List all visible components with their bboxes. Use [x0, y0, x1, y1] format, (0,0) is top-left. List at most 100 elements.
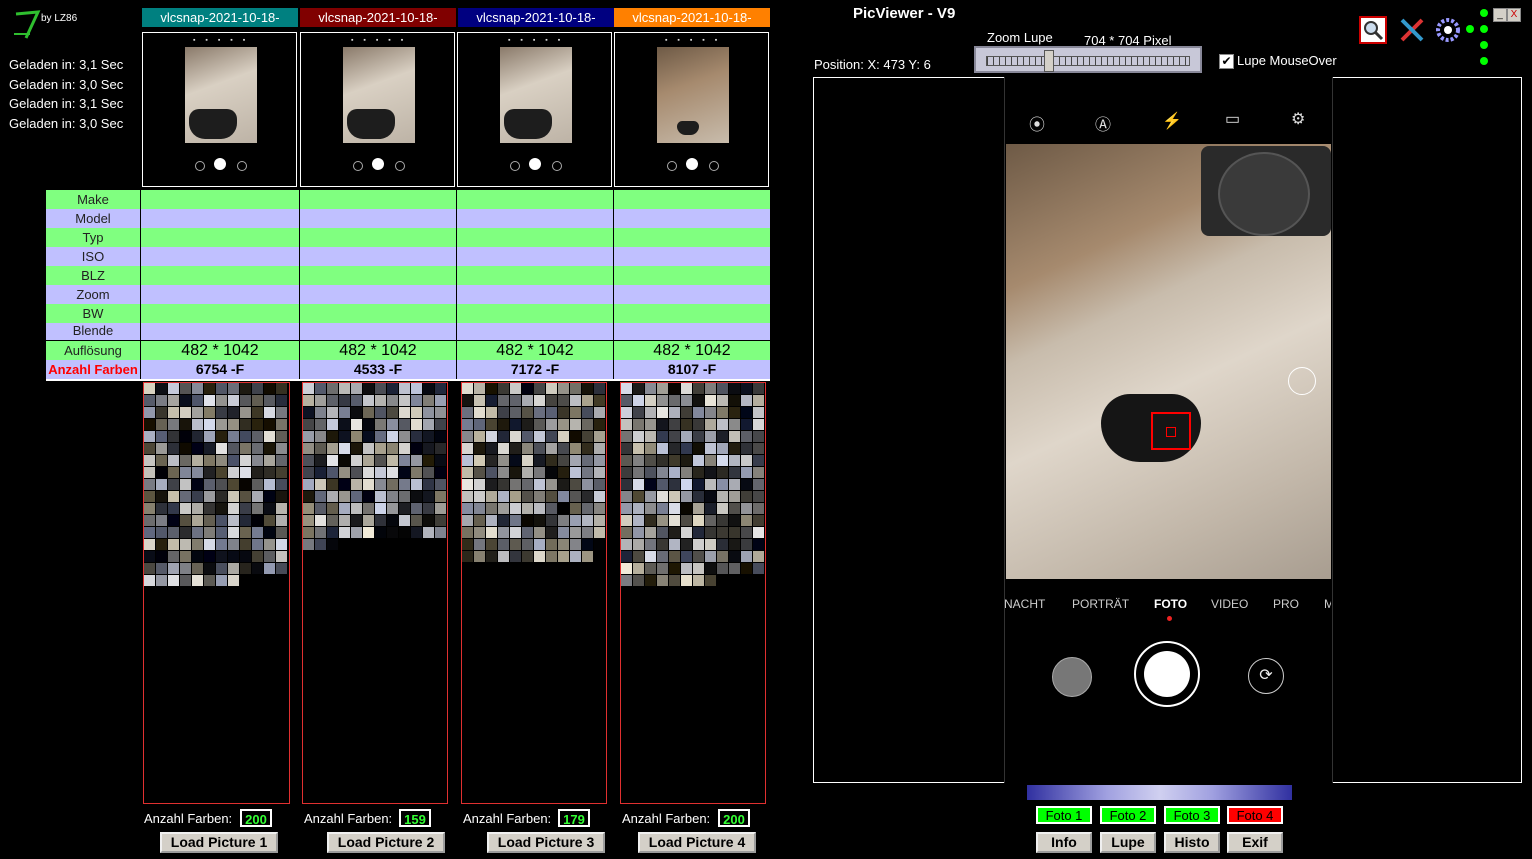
color-swatch: [435, 467, 446, 478]
color-swatch: [252, 431, 263, 442]
thumbnail-camera-icons: ▪ ▪ ▪ ▪ ▪: [665, 37, 722, 44]
color-swatch: [216, 443, 227, 454]
color-swatch: [729, 479, 740, 490]
thumbnail-1[interactable]: ▪ ▪ ▪ ▪ ▪: [142, 32, 297, 187]
color-swatch: [204, 431, 215, 442]
foto-1-button[interactable]: Foto 1: [1036, 806, 1092, 824]
color-count-box-3: 179: [558, 809, 590, 827]
color-swatch: [498, 479, 509, 490]
lupe-mouseover-checkbox[interactable]: ✔: [1219, 54, 1234, 69]
color-swatch: [252, 455, 263, 466]
close-button[interactable]: X: [1507, 8, 1521, 22]
foto-3-button[interactable]: Foto 3: [1164, 806, 1220, 824]
color-swatch: [669, 419, 680, 430]
color-swatch: [729, 527, 740, 538]
color-swatch: [264, 443, 275, 454]
settings-gear-icon[interactable]: [1434, 16, 1462, 44]
color-swatch: [510, 467, 521, 478]
color-swatch: [669, 515, 680, 526]
color-swatch: [570, 407, 581, 418]
slider-handle[interactable]: [1044, 50, 1054, 72]
tools-icon[interactable]: [1398, 16, 1426, 44]
gallery-thumbnail: [1052, 657, 1092, 697]
thumbnail-3[interactable]: ▪ ▪ ▪ ▪ ▪: [457, 32, 612, 187]
color-swatch: [729, 419, 740, 430]
hdr-icon: ⦿: [1029, 117, 1046, 134]
thumbnail-4[interactable]: ▪ ▪ ▪ ▪ ▪: [614, 32, 769, 187]
foto-2-button[interactable]: Foto 2: [1100, 806, 1156, 824]
color-swatch: [645, 431, 656, 442]
flash-off-icon: ⚡: [1162, 113, 1182, 130]
color-swatch: [582, 527, 593, 538]
info-button[interactable]: Info: [1036, 832, 1092, 853]
color-swatch: [729, 407, 740, 418]
color-swatch: [633, 443, 644, 454]
color-swatch: [534, 383, 545, 394]
color-swatch: [228, 491, 239, 502]
load-picture-1-button[interactable]: Load Picture 1: [160, 832, 278, 853]
color-swatch: [156, 383, 167, 394]
color-swatch: [558, 395, 569, 406]
shutter-icon: [372, 158, 384, 170]
color-swatch: [621, 551, 632, 562]
color-swatch: [621, 515, 632, 526]
picture-tab-2[interactable]: vlcsnap-2021-10-18-: [300, 8, 456, 27]
color-swatch: [252, 503, 263, 514]
color-swatch: [168, 551, 179, 562]
color-swatch: [168, 395, 179, 406]
color-swatch: [486, 467, 497, 478]
color-swatch: [240, 491, 251, 502]
color-swatch: [669, 575, 680, 586]
color-swatch: [753, 419, 764, 430]
color-swatch: [240, 539, 251, 550]
picture-tab-1[interactable]: vlcsnap-2021-10-18-: [142, 8, 298, 27]
color-swatch: [399, 395, 410, 406]
load-picture-2-button[interactable]: Load Picture 2: [327, 832, 445, 853]
color-swatch: [327, 395, 338, 406]
color-swatch: [621, 383, 632, 394]
color-swatch: [633, 467, 644, 478]
color-swatch: [216, 539, 227, 550]
picture-tab-4[interactable]: vlcsnap-2021-10-18-: [614, 8, 770, 27]
color-swatch: [315, 419, 326, 430]
color-swatch: [315, 515, 326, 526]
color-swatch: [534, 479, 545, 490]
minimize-button[interactable]: _: [1493, 8, 1507, 22]
exif-button[interactable]: Exif: [1227, 832, 1283, 853]
color-swatch: [168, 491, 179, 502]
color-swatch: [693, 383, 704, 394]
color-swatch: [753, 431, 764, 442]
color-swatch: [276, 431, 287, 442]
color-swatch: [216, 527, 227, 538]
color-swatch: [729, 443, 740, 454]
foto-4-button[interactable]: Foto 4: [1227, 806, 1283, 824]
byline: by LZ86: [41, 13, 78, 24]
anzahl-farben-label-4: Anzahl Farben:: [622, 811, 711, 826]
color-swatch: [144, 395, 155, 406]
color-swatch: [339, 431, 350, 442]
lupe-button[interactable]: Lupe: [1100, 832, 1156, 853]
color-swatch: [705, 443, 716, 454]
color-swatch: [621, 527, 632, 538]
color-swatch: [681, 443, 692, 454]
color-swatch: [510, 551, 521, 562]
magnifier-icon[interactable]: [1359, 16, 1387, 44]
color-swatch: [633, 407, 644, 418]
load-picture-4-button[interactable]: Load Picture 4: [638, 832, 756, 853]
color-swatch: [582, 407, 593, 418]
color-swatch: [423, 455, 434, 466]
color-swatch: [486, 551, 497, 562]
zoom-lupe-slider[interactable]: [974, 46, 1202, 73]
color-swatch: [327, 491, 338, 502]
thumbnail-2[interactable]: ▪ ▪ ▪ ▪ ▪: [300, 32, 455, 187]
color-swatch: [474, 467, 485, 478]
histo-button[interactable]: Histo: [1164, 832, 1220, 853]
load-picture-3-button[interactable]: Load Picture 3: [487, 832, 605, 853]
controller-image: [347, 109, 395, 139]
color-swatch: [240, 515, 251, 526]
color-count-value-3: 7172 -F: [510, 361, 560, 377]
color-swatch: [228, 455, 239, 466]
picture-tab-3[interactable]: vlcsnap-2021-10-18-: [458, 8, 614, 27]
color-swatch: [546, 491, 557, 502]
color-swatch: [192, 527, 203, 538]
